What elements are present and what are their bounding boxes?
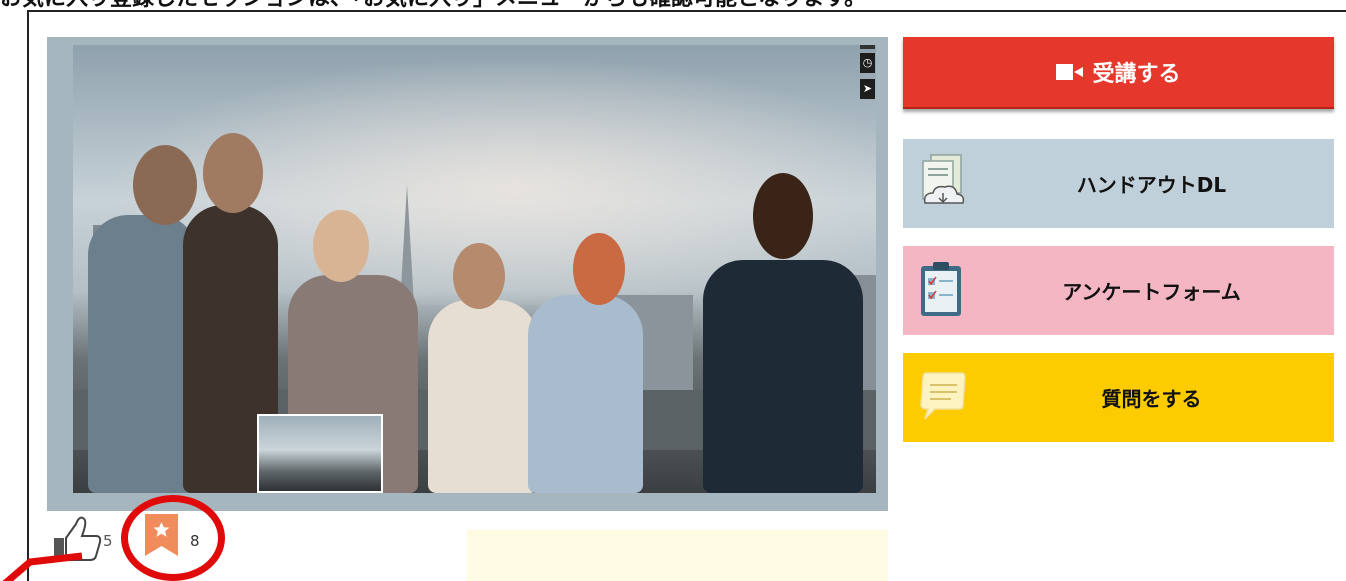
ask-question-label: 質問をする [1101, 387, 1202, 411]
comment-area [467, 530, 888, 581]
person-head [133, 145, 197, 225]
video-control-bar [860, 45, 875, 49]
attend-button-content: 受講する [1056, 56, 1181, 88]
survey-form-label: アンケートフォーム [1062, 280, 1241, 304]
bookmark-star-icon[interactable] [145, 514, 178, 556]
cloud-download-icon [922, 154, 965, 204]
person-head [203, 133, 263, 213]
clipboard-checklist-icon [921, 262, 961, 316]
video-thumbnail-pip[interactable] [257, 414, 383, 493]
survey-form-button[interactable]: アンケートフォーム [903, 246, 1334, 335]
person-figure [703, 260, 863, 493]
person-head [753, 173, 813, 259]
person-figure [528, 295, 643, 493]
annotation-arrow [2, 552, 83, 581]
send-icon[interactable]: ➤ [860, 79, 875, 99]
person-figure [88, 215, 198, 493]
video-player[interactable] [73, 45, 876, 493]
person-head [453, 243, 505, 309]
favorite-count: 8 [190, 532, 200, 550]
video-controls: ◷ ➤ [860, 45, 875, 101]
clock-icon[interactable]: ◷ [860, 53, 875, 73]
video-camera-icon [1056, 64, 1084, 80]
person-head [313, 210, 369, 282]
attend-button-label: 受講する [1092, 62, 1181, 87]
person-figure [428, 300, 538, 493]
attend-button[interactable]: 受講する [903, 37, 1334, 109]
handout-download-button[interactable]: ハンドアウトDL [903, 139, 1334, 228]
ask-question-button[interactable]: 質問をする [903, 353, 1334, 442]
person-head [573, 233, 625, 305]
speech-bubble-icon [920, 372, 966, 420]
handout-download-label: ハンドアウトDL [1076, 173, 1227, 197]
